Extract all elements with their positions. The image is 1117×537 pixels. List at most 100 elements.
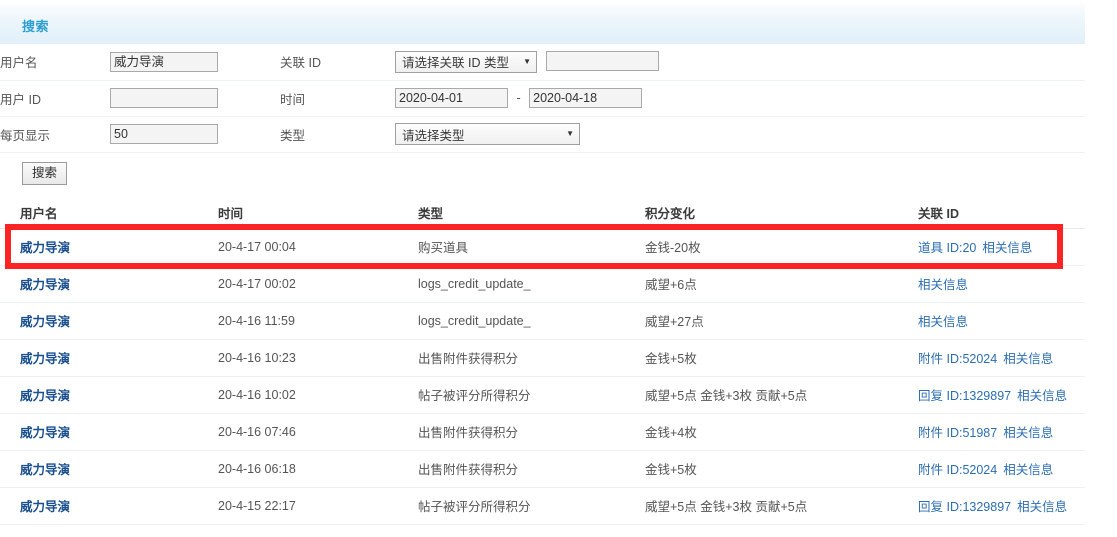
username-label: 用户名 (0, 44, 110, 81)
cell-type: logs_credit_update_ (418, 265, 645, 303)
time-end-input[interactable] (529, 88, 643, 108)
table-row: 威力导演 20-4-16 07:46 出售附件获得积分 金钱+4枚 附件 ID:5198… (0, 413, 1085, 451)
related-info-link[interactable]: 相关信息 (918, 278, 968, 292)
username-link[interactable]: 威力导演 (20, 500, 70, 514)
cell-username: 威力导演 (0, 265, 218, 303)
cell-username: 威力导演 (0, 376, 218, 414)
column-header-type: 类型 (418, 197, 645, 229)
search-form-row-1: 用户名 关联 ID 请选择关联 ID 类型 ▼ (0, 44, 1085, 81)
type-label: 类型 (280, 116, 395, 153)
cell-assoc-id: 附件 ID:51987 相关信息 (918, 413, 1085, 451)
related-info-link[interactable]: 相关信息 (1017, 500, 1067, 514)
table-row: 威力导演 20-4-17 00:04 购买道具 金钱-20枚 道具 ID:20 相关信息 (0, 228, 1085, 266)
search-panel-title: 搜索 (22, 19, 50, 34)
cell-type: 出售附件获得积分 (418, 413, 645, 451)
cell-assoc-id: 道具 ID:20 相关信息 (918, 228, 1085, 266)
userid-field-cell (110, 80, 280, 117)
userid-input[interactable] (110, 88, 218, 108)
time-field-cell: - (395, 80, 1085, 117)
username-link[interactable]: 威力导演 (20, 241, 70, 255)
username-link[interactable]: 威力导演 (20, 315, 70, 329)
cell-type: logs_credit_update_ (418, 302, 645, 340)
assoc-id-text: 附件 ID:52024 (918, 352, 998, 366)
search-panel-header: 搜索 (0, 0, 1085, 44)
cell-credit-change: 威望+6点 (645, 265, 918, 303)
cell-credit-change: 威望+5点 金钱+3枚 贡献+5点 (645, 376, 918, 414)
cell-username: 威力导演 (0, 228, 218, 266)
related-info-link[interactable]: 相关信息 (982, 241, 1032, 255)
results-table-head: 用户名 时间 类型 积分变化 关联 ID (0, 197, 1085, 229)
search-submit-button[interactable]: 搜索 (22, 161, 68, 185)
cell-username: 威力导演 (0, 339, 218, 377)
cell-username: 威力导演 (0, 487, 218, 525)
table-row: 威力导演 20-4-16 06:18 出售附件获得积分 金钱+5枚 附件 ID:5202… (0, 450, 1085, 488)
cell-assoc-id: 附件 ID:52024 相关信息 (918, 339, 1085, 377)
results-table-body: 威力导演 20-4-17 00:04 购买道具 金钱-20枚 道具 ID:20 相关信息威… (0, 228, 1085, 525)
results-table: 用户名 时间 类型 积分变化 关联 ID 威力导演 20-4-17 00:04 购买… (0, 197, 1085, 525)
related-info-link[interactable]: 相关信息 (1003, 463, 1053, 477)
assoc-id-label: 关联 ID (280, 44, 395, 81)
cell-type: 购买道具 (418, 228, 645, 266)
search-form: 用户名 关联 ID 请选择关联 ID 类型 ▼ 用户 ID 时间 - (0, 44, 1085, 153)
cell-credit-change: 威望+27点 (645, 302, 918, 340)
cell-username: 威力导演 (0, 450, 218, 488)
related-info-link[interactable]: 相关信息 (1017, 389, 1067, 403)
related-info-link[interactable]: 相关信息 (918, 315, 968, 329)
cell-time: 20-4-16 10:23 (218, 339, 418, 377)
time-range-separator: - (516, 91, 521, 105)
table-row: 威力导演 20-4-16 11:59 logs_credit_update_ 威望+2… (0, 302, 1085, 340)
cell-type: 出售附件获得积分 (418, 339, 645, 377)
column-header-time: 时间 (218, 197, 418, 229)
assoc-id-text: 道具 ID:20 (918, 241, 977, 255)
cell-time: 20-4-16 06:18 (218, 450, 418, 488)
cell-type: 帖子被评分所得积分 (418, 376, 645, 414)
cell-type: 出售附件获得积分 (418, 450, 645, 488)
assoc-id-type-select-value: 请选择关联 ID 类型 (402, 56, 509, 71)
cell-credit-change: 金钱+4枚 (645, 413, 918, 451)
search-button-row: 搜索 (0, 153, 1085, 185)
cell-username: 威力导演 (0, 413, 218, 451)
username-input[interactable] (110, 51, 218, 72)
username-link[interactable]: 威力导演 (20, 278, 70, 292)
cell-assoc-id: 回复 ID:1329897 相关信息 (918, 376, 1085, 414)
cell-time: 20-4-16 10:02 (218, 376, 418, 414)
username-link[interactable]: 威力导演 (20, 463, 70, 477)
cell-time: 20-4-16 11:59 (218, 302, 418, 340)
username-link[interactable]: 威力导演 (20, 352, 70, 366)
cell-credit-change: 金钱+5枚 (645, 339, 918, 377)
assoc-id-input[interactable] (546, 51, 660, 72)
cell-type: 帖子被评分所得积分 (418, 487, 645, 525)
userid-label: 用户 ID (0, 80, 110, 117)
username-link[interactable]: 威力导演 (20, 426, 70, 440)
cell-credit-change: 金钱-20枚 (645, 228, 918, 266)
time-start-input[interactable] (395, 88, 508, 108)
perpage-input[interactable] (110, 124, 218, 144)
search-form-row-3: 每页显示 类型 请选择类型 ▼ (0, 116, 1085, 153)
time-label: 时间 (280, 80, 395, 117)
search-form-row-2: 用户 ID 时间 - (0, 80, 1085, 117)
cell-time: 20-4-17 00:02 (218, 265, 418, 303)
related-info-link[interactable]: 相关信息 (1003, 426, 1053, 440)
assoc-id-text: 回复 ID:1329897 (918, 500, 1012, 514)
assoc-id-type-select[interactable]: 请选择关联 ID 类型 ▼ (395, 50, 537, 73)
assoc-id-field-cell: 请选择关联 ID 类型 ▼ (395, 44, 1085, 81)
results-header-row: 用户名 时间 类型 积分变化 关联 ID (0, 197, 1085, 229)
table-row: 威力导演 20-4-16 10:02 帖子被评分所得积分 威望+5点 金钱+3枚 贡献… (0, 376, 1085, 414)
search-panel: 搜索 用户名 关联 ID 请选择关联 ID 类型 ▼ 用户 ID 时间 (0, 0, 1085, 185)
cell-assoc-id: 相关信息 (918, 302, 1085, 340)
column-header-assoc-id: 关联 ID (918, 197, 1085, 229)
chevron-down-icon: ▼ (523, 56, 531, 66)
perpage-field-cell (110, 116, 280, 153)
cell-username: 威力导演 (0, 302, 218, 340)
perpage-label: 每页显示 (0, 116, 110, 153)
cell-assoc-id: 相关信息 (918, 265, 1085, 303)
cell-assoc-id: 回复 ID:1329897 相关信息 (918, 487, 1085, 525)
related-info-link[interactable]: 相关信息 (1003, 352, 1053, 366)
cell-time: 20-4-17 00:04 (218, 228, 418, 266)
username-field-cell (110, 44, 280, 81)
table-row: 威力导演 20-4-15 22:17 帖子被评分所得积分 威望+5点 金钱+3枚 贡献… (0, 487, 1085, 525)
username-link[interactable]: 威力导演 (20, 389, 70, 403)
chevron-down-icon: ▼ (566, 129, 574, 138)
type-select[interactable]: 请选择类型 ▼ (395, 123, 580, 145)
cell-credit-change: 威望+5点 金钱+3枚 贡献+5点 (645, 487, 918, 525)
